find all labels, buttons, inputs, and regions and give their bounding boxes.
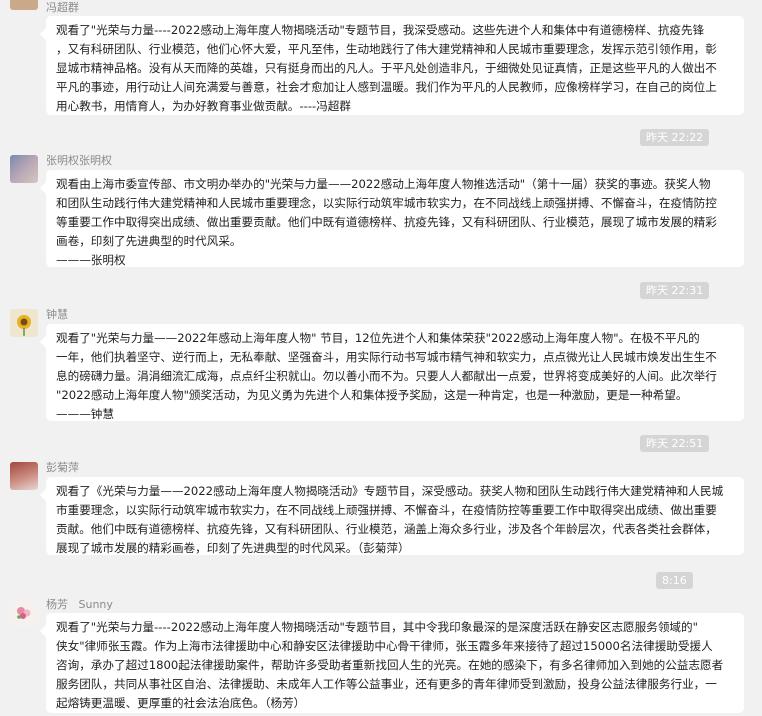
sender-name: 杨芳 Sunny [46, 596, 113, 612]
avatar[interactable] [10, 599, 38, 627]
message-text-line: 平凡的事迹，用行动让人间充满爱与善意，社会才愈加让人感到温暖。我们作为平凡的人民… [56, 80, 717, 94]
timestamp: 昨天 22:51 [640, 435, 710, 452]
message-text-line: 显城市精神品格。没有从天而降的英雄，只有挺身而出的凡人。于平凡处创造非凡，于细微… [56, 61, 717, 75]
message-text-line: 等重要工作中取得突出成绩、做出重要贡献。他们中既有道德榜样、抗疫先锋，又有科研团… [56, 215, 717, 229]
flower-icon [17, 607, 31, 619]
message-bubble[interactable]: 观看了《光荣与力量——2022感动上海年度人物揭晓活动》专题节目，深受感动。获奖… [40, 477, 744, 555]
message-text-line: ———钟慧 [56, 407, 114, 421]
message-text-line: 画卷，印刻了先进典型的时代风采。 [56, 234, 242, 248]
message-text-line: 展现了城市发展的精彩画卷，印刻了先进典型的时代风采。（彭菊萍） [56, 541, 410, 555]
avatar[interactable] [10, 0, 38, 10]
message-text-line: 起熔铸更温暖、更厚重的社会法治底色。（杨芳） [56, 696, 306, 710]
sender-name: 张明权张明权 [46, 154, 112, 167]
message-bubble[interactable]: 观看由上海市委宣传部、市文明办举办的"光荣与力量——2022感动上海年度人物推选… [40, 170, 744, 267]
sender-name: 彭菊萍 [46, 461, 79, 474]
message-text-line: 观看了"光荣与力量----2022感动上海年度人物揭晓活动"专题节目，其中令我印… [56, 620, 698, 634]
sunflower-icon [17, 315, 31, 336]
message-text-line: 观看了《光荣与力量——2022感动上海年度人物揭晓活动》专题节目，深受感动。获奖… [56, 484, 724, 498]
message-text-line: 和团队生动践行伟大建党精神和人民城市重要理念，以实际行动筑牢城市软实力，在不同战… [56, 196, 717, 210]
message-text-line: 侠女"律师张玉霞。作为上海市法律援助中心和静安区法律援助中心骨干律师，张玉霞多年… [56, 639, 713, 653]
message-text-line: 用心教书，用情育人，为办好教育事业做贡献。----冯超群 [56, 99, 351, 113]
avatar[interactable] [10, 309, 38, 337]
avatar[interactable] [10, 462, 38, 490]
message-text-line: 观看由上海市委宣传部、市文明办举办的"光荣与力量——2022感动上海年度人物推选… [56, 177, 711, 191]
message-bubble[interactable]: 观看了"光荣与力量----2022感动上海年度人物揭晓活动"专题节目，我深受感动… [40, 16, 744, 115]
message-text-line: 息的磅礴力量。涓涓细流汇成海，点点纤尘积就山。勿以善小而不为。只要人人都献出一点… [56, 369, 717, 383]
sender-name-main: 杨芳 [46, 598, 68, 611]
message-text-line: 服务团队，共同从事社区自治、法律援助、未成年人工作等公益事业，还有更多的青年律师… [56, 677, 717, 691]
message-text-line: ，又有科研团队、行业模范，他们心怀大爱，平凡至伟，生动地践行了伟大建党精神和人民… [56, 42, 717, 56]
message-text-line: "2022感动上海年度人物"颁奖活动，为见义勇为先进个人和集体授予奖励，这是一种… [56, 388, 688, 402]
sender-name: 冯超群 [46, 1, 79, 14]
message-text-line: 观看了"光荣与力量----2022感动上海年度人物揭晓活动"专题节目，我深受感动… [56, 23, 705, 37]
message-bubble[interactable]: 观看了"光荣与力量——2022年感动上海年度人物" 节目，12位先进个人和集体荣… [40, 324, 744, 421]
message-text-line: 咨询，承办了超过1800起法律援助案件，帮助许多受助者重新找回人生的光亮。在她的… [56, 658, 724, 672]
sender-name-sub: Sunny [78, 598, 113, 611]
message-text-line: 贡献。他们中既有道德榜样、抗疫先锋，又有科研团队、行业模范，涵盖上海众多行业，涉… [56, 522, 717, 536]
avatar[interactable] [10, 155, 38, 183]
sender-name: 钟慧 [46, 308, 68, 321]
message-text-line: ———张明权 [56, 253, 126, 267]
message-bubble[interactable]: 观看了"光荣与力量----2022感动上海年度人物揭晓活动"专题节目，其中令我印… [40, 613, 744, 713]
message-text-line: 观看了"光荣与力量——2022年感动上海年度人物" 节目，12位先进个人和集体荣… [56, 331, 700, 345]
message-text-line: 市重要理念，以实际行动筑牢城市软实力，在不同战线上顽强拼搏、不懈奋斗，在疫情防控… [56, 503, 717, 517]
timestamp: 昨天 22:31 [640, 282, 710, 299]
timestamp: 昨天 22:22 [640, 129, 710, 146]
timestamp: 8:16 [656, 572, 693, 589]
message-text-line: 一年，他们执着坚守、逆行而上，无私奉献、坚强奋斗，用实际行动书写城市精气神和软实… [56, 350, 717, 364]
